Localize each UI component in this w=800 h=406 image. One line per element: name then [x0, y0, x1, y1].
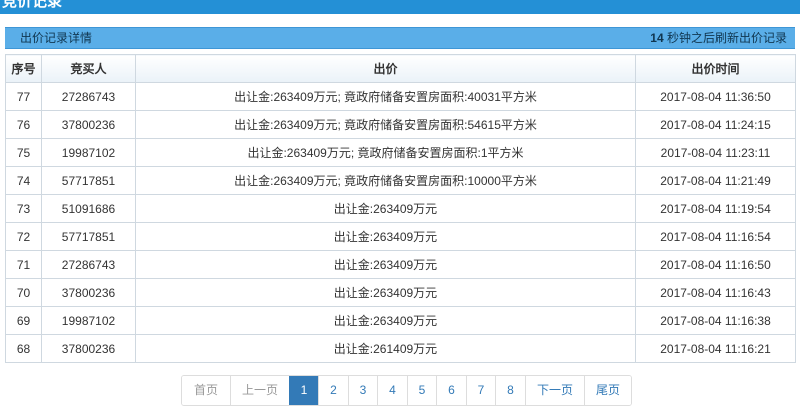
cell-index: 76 — [5, 110, 42, 139]
cell-bid: 出让金:263409万元 — [135, 278, 636, 307]
cell-time: 2017-08-04 11:16:21 — [635, 334, 796, 363]
top-banner: 竞价记录 — [0, 0, 800, 14]
prev-page-button[interactable]: 上一页 — [230, 376, 289, 405]
page-2-button[interactable]: 2 — [318, 376, 348, 405]
cell-bidder: 37800236 — [41, 278, 136, 307]
first-page-button[interactable]: 首页 — [182, 376, 230, 405]
info-bar-title: 出价记录详情 — [20, 31, 93, 45]
table-row: 77 27286743 出让金:263409万元; 竟政府储备安置房面积:400… — [5, 82, 796, 111]
cell-index: 69 — [5, 306, 42, 335]
cell-bidder: 51091686 — [41, 194, 136, 223]
table-row: 76 37800236 出让金:263409万元; 竟政府储备安置房面积:546… — [5, 110, 796, 139]
cell-index: 77 — [5, 82, 42, 111]
cell-time: 2017-08-04 11:16:50 — [635, 250, 796, 279]
page-1-button[interactable]: 1 — [289, 376, 318, 405]
cell-time: 2017-08-04 11:24:15 — [635, 110, 796, 139]
cell-bidder: 37800236 — [41, 110, 136, 139]
pagination: 首页 上一页 1 2 3 4 5 6 7 8 下一页 尾页 — [181, 375, 632, 406]
cell-index: 68 — [5, 334, 42, 363]
cell-time: 2017-08-04 11:36:50 — [635, 82, 796, 111]
cell-bid: 出让金:263409万元 — [135, 194, 636, 223]
cell-time: 2017-08-04 11:19:54 — [635, 194, 796, 223]
cell-time: 2017-08-04 11:16:38 — [635, 306, 796, 335]
bid-records-table: 序号 竞买人 出价 出价时间 77 27286743 出让金:263409万元;… — [5, 54, 796, 363]
column-header-bidder: 竞买人 — [41, 54, 136, 83]
cell-bid: 出让金:261409万元 — [135, 334, 636, 363]
cell-bidder: 57717851 — [41, 222, 136, 251]
table-header-row: 序号 竞买人 出价 出价时间 — [5, 54, 796, 83]
cell-time: 2017-08-04 11:23:11 — [635, 138, 796, 167]
cell-bidder: 19987102 — [41, 138, 136, 167]
cell-bid: 出让金:263409万元; 竟政府储备安置房面积:1平方米 — [135, 138, 636, 167]
table-row: 74 57717851 出让金:263409万元; 竟政府储备安置房面积:100… — [5, 166, 796, 195]
cell-index: 73 — [5, 194, 42, 223]
cell-bid: 出让金:263409万元 — [135, 222, 636, 251]
page-4-button[interactable]: 4 — [377, 376, 407, 405]
refresh-suffix: 秒钟之后刷新出价记录 — [663, 31, 787, 45]
last-page-button[interactable]: 尾页 — [584, 376, 631, 405]
table-row: 75 19987102 出让金:263409万元; 竟政府储备安置房面积:1平方… — [5, 138, 796, 167]
cell-index: 75 — [5, 138, 42, 167]
column-header-time: 出价时间 — [635, 54, 796, 83]
table-row: 71 27286743 出让金:263409万元 2017-08-04 11:1… — [5, 250, 796, 279]
cell-bid: 出让金:263409万元; 竟政府储备安置房面积:10000平方米 — [135, 166, 636, 195]
cell-index: 71 — [5, 250, 42, 279]
cell-bid: 出让金:263409万元; 竟政府储备安置房面积:40031平方米 — [135, 82, 636, 111]
cell-bidder: 27286743 — [41, 250, 136, 279]
info-bar: 出价记录详情 14 秒钟之后刷新出价记录 — [5, 27, 795, 49]
page-5-button[interactable]: 5 — [407, 376, 436, 405]
cell-index: 72 — [5, 222, 42, 251]
cell-bidder: 57717851 — [41, 166, 136, 195]
cell-index: 70 — [5, 278, 42, 307]
cell-time: 2017-08-04 11:16:43 — [635, 278, 796, 307]
table-row: 70 37800236 出让金:263409万元 2017-08-04 11:1… — [5, 278, 796, 307]
table-row: 73 51091686 出让金:263409万元 2017-08-04 11:1… — [5, 194, 796, 223]
cell-bid: 出让金:263409万元 — [135, 250, 636, 279]
page-3-button[interactable]: 3 — [348, 376, 377, 405]
cell-time: 2017-08-04 11:16:54 — [635, 222, 796, 251]
page-7-button[interactable]: 7 — [466, 376, 495, 405]
page-6-button[interactable]: 6 — [436, 376, 466, 405]
cell-bidder: 19987102 — [41, 306, 136, 335]
cell-bidder: 27286743 — [41, 82, 136, 111]
refresh-countdown: 14 秒钟之后刷新出价记录 — [650, 28, 787, 48]
column-header-bid: 出价 — [135, 54, 636, 83]
table-row: 68 37800236 出让金:261409万元 2017-08-04 11:1… — [5, 334, 796, 363]
column-header-index: 序号 — [5, 54, 42, 83]
page-8-button[interactable]: 8 — [495, 376, 525, 405]
table-row: 69 19987102 出让金:263409万元 2017-08-04 11:1… — [5, 306, 796, 335]
next-page-button[interactable]: 下一页 — [525, 376, 584, 405]
refresh-seconds: 14 — [650, 31, 664, 45]
cell-bid: 出让金:263409万元; 竟政府储备安置房面积:54615平方米 — [135, 110, 636, 139]
cell-bidder: 37800236 — [41, 334, 136, 363]
table-row: 72 57717851 出让金:263409万元 2017-08-04 11:1… — [5, 222, 796, 251]
cell-index: 74 — [5, 166, 42, 195]
cell-bid: 出让金:263409万元 — [135, 306, 636, 335]
banner-title: 竞价记录 — [2, 0, 63, 10]
cell-time: 2017-08-04 11:21:49 — [635, 166, 796, 195]
